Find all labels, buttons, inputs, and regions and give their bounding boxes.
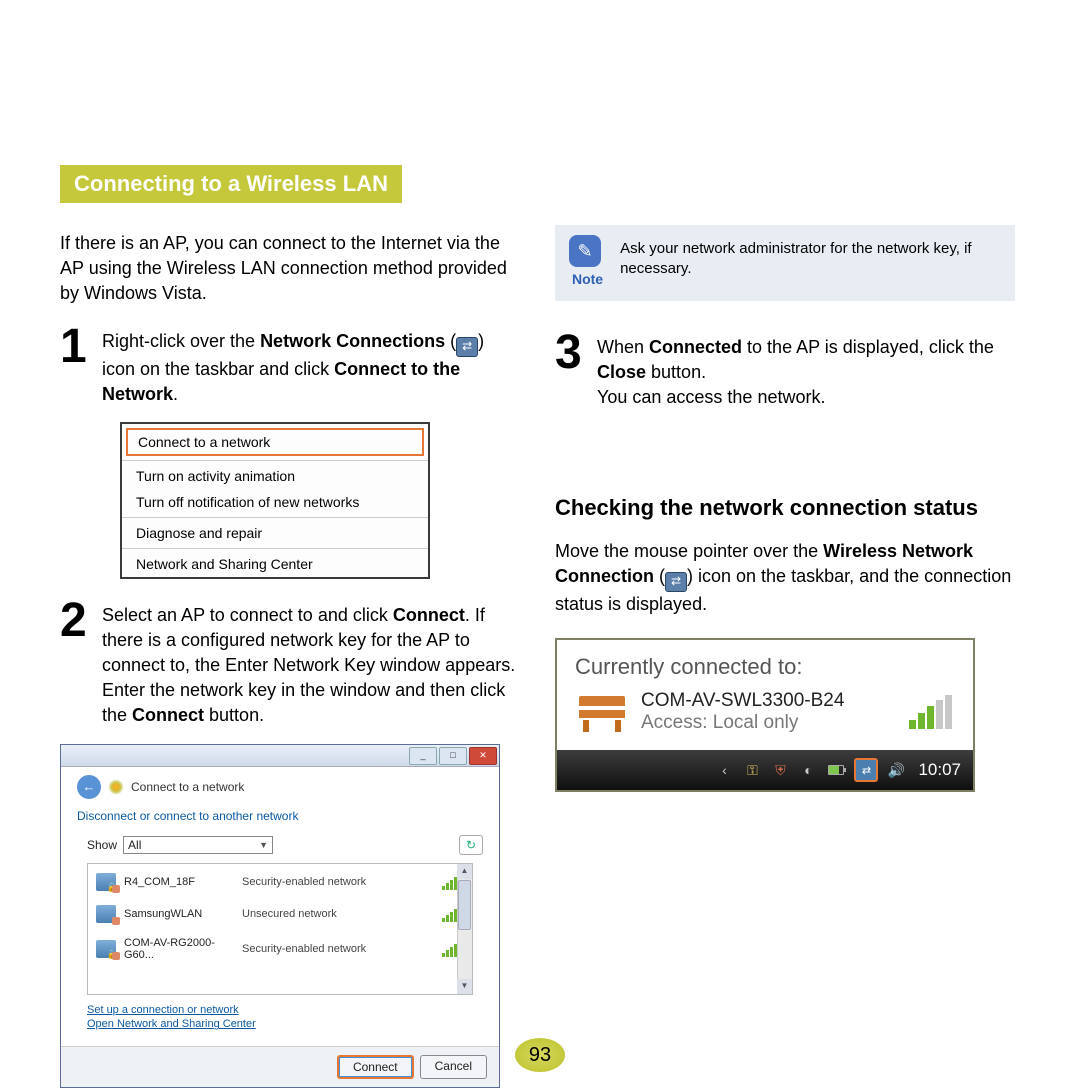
scrollbar[interactable]: ▲ ▼ [457, 864, 472, 994]
step3-text: When Connected to the AP is displayed, c… [597, 331, 1015, 409]
wizard-icon [107, 778, 125, 796]
open-sharing-center-link[interactable]: Open Network and Sharing Center [87, 1017, 483, 1032]
step-number-2: 2 [60, 599, 94, 727]
show-label: Show [87, 838, 117, 852]
intro-text: If there is an AP, you can connect to th… [60, 231, 520, 305]
cancel-button[interactable]: Cancel [420, 1055, 487, 1079]
close-button[interactable]: ✕ [469, 747, 497, 765]
connect-dialog-figure: _ □ ✕ ← Connect to a network Disconnect … [60, 744, 500, 1088]
network-icon [96, 873, 116, 891]
taskbar: ‹ ⚿ ⛨ ◐ ⇄ 🔊 10:07 [557, 750, 973, 790]
scroll-up-icon[interactable]: ▲ [457, 864, 472, 879]
signal-strength-icon [909, 695, 955, 729]
step1-text: Right-click over the Network Connections… [102, 325, 520, 406]
chevron-left-icon[interactable]: ‹ [714, 760, 734, 780]
note-label: Note [569, 271, 606, 287]
subsection-heading: Checking the network connection status [555, 495, 1015, 521]
back-icon[interactable]: ← [77, 775, 101, 799]
wireless-connection-icon: ⇄ [665, 572, 687, 592]
chevron-down-icon: ▼ [259, 840, 268, 850]
step-number-1: 1 [60, 325, 94, 406]
show-combobox[interactable]: All▼ [123, 836, 273, 854]
context-menu-item[interactable]: Turn on activity animation [122, 463, 428, 489]
maximize-button[interactable]: □ [439, 747, 467, 765]
connection-status-figure: Currently connected to: COM-AV-SWL3300-B… [555, 638, 975, 792]
unknown-tray-icon[interactable]: ◐ [798, 760, 818, 780]
dialog-subtitle: Disconnect or connect to another network [77, 809, 483, 823]
network-row[interactable]: R4_COM_18F Security-enabled network [88, 868, 472, 900]
context-menu-item[interactable]: Connect to a network [126, 428, 424, 456]
volume-icon[interactable]: 🔊 [886, 760, 906, 780]
context-menu-item[interactable]: Diagnose and repair [122, 520, 428, 546]
note-box: ✎ Note Ask your network administrator fo… [555, 225, 1015, 301]
step2-text: Select an AP to connect to and click Con… [102, 599, 520, 727]
network-icon [96, 940, 116, 958]
network-list: R4_COM_18F Security-enabled network Sams… [87, 863, 473, 995]
battery-icon[interactable] [826, 760, 846, 780]
check-status-text: Move the mouse pointer over the Wireless… [555, 539, 1015, 616]
network-connections-icon: ⇄ [456, 337, 478, 357]
context-menu-figure: Connect to a network Turn on activity an… [120, 422, 430, 579]
network-icon [96, 905, 116, 923]
context-menu-item[interactable]: Turn off notification of new networks [122, 489, 428, 515]
connected-network-name: COM-AV-SWL3300-B24 [641, 690, 844, 712]
network-row[interactable]: COM-AV-RG2000-G60... Security-enabled ne… [88, 932, 472, 970]
setup-connection-link[interactable]: Set up a connection or network [87, 1003, 483, 1018]
scroll-down-icon[interactable]: ▼ [457, 979, 472, 994]
connect-button[interactable]: Connect [337, 1055, 414, 1079]
key-icon[interactable]: ⚿ [742, 760, 762, 780]
step-number-3: 3 [555, 331, 589, 409]
note-icon: ✎ [569, 235, 601, 267]
page-number: 93 [515, 1038, 565, 1072]
note-text: Ask your network administrator for the n… [620, 235, 997, 280]
context-menu-item[interactable]: Network and Sharing Center [122, 551, 428, 577]
tooltip-title: Currently connected to: [575, 654, 955, 680]
refresh-button[interactable]: ↻ [459, 835, 483, 855]
network-row[interactable]: SamsungWLAN Unsecured network [88, 900, 472, 932]
section-heading: Connecting to a Wireless LAN [60, 165, 402, 203]
bench-icon [575, 692, 629, 732]
minimize-button[interactable]: _ [409, 747, 437, 765]
access-level: Access: Local only [641, 712, 844, 734]
shield-icon[interactable]: ⛨ [770, 760, 790, 780]
scroll-thumb[interactable] [458, 880, 471, 930]
clock: 10:07 [918, 760, 961, 780]
dialog-title: Connect to a network [131, 780, 244, 794]
network-tray-icon[interactable]: ⇄ [854, 758, 878, 782]
